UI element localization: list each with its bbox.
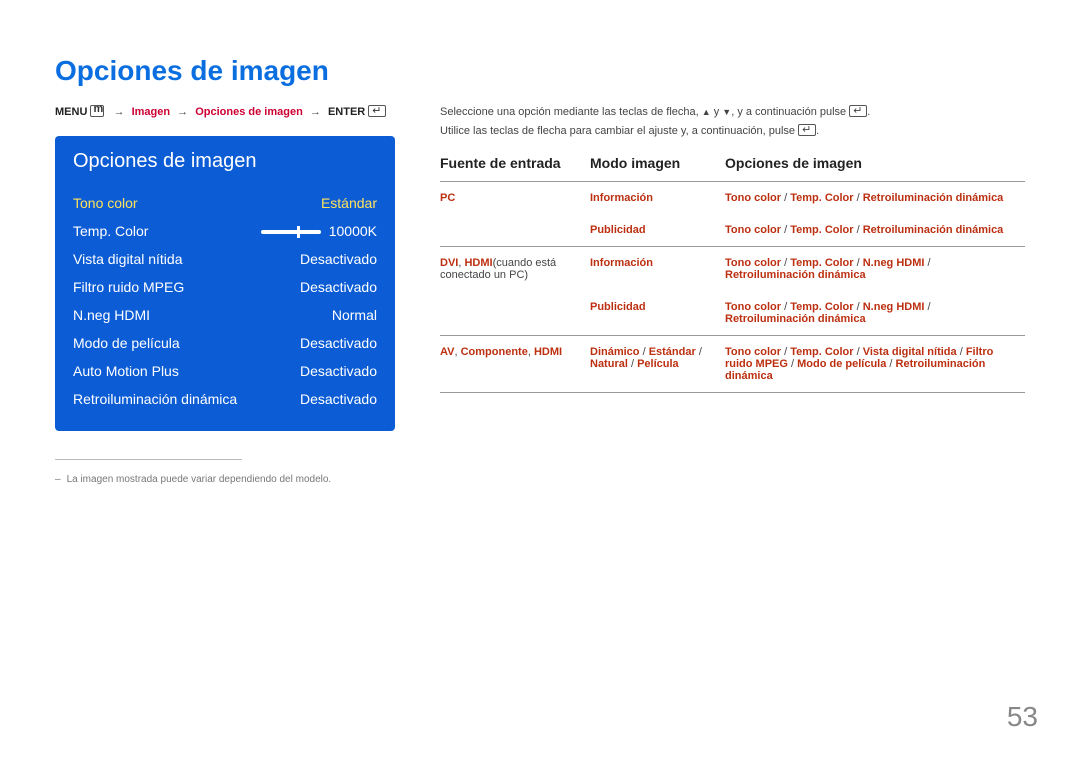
breadcrumb-opciones: Opciones de imagen bbox=[195, 106, 303, 118]
osd-menu-item[interactable]: Auto Motion Plus Desactivado bbox=[73, 357, 377, 385]
osd-item-value: Estándar bbox=[321, 195, 377, 211]
intro-text: , y a continuación pulse bbox=[731, 106, 849, 118]
table-header-source: Fuente de entrada bbox=[440, 155, 590, 182]
cell-options: Tono color / Temp. Color / N.neg HDMI / … bbox=[725, 247, 1025, 291]
up-arrow-icon: ▲ bbox=[702, 107, 711, 117]
osd-item-label: Temp. Color bbox=[73, 223, 148, 239]
cell-mode: Dinámico / Estándar / Natural / Película bbox=[590, 336, 725, 393]
enter-icon bbox=[798, 124, 816, 136]
osd-menu-item[interactable]: Modo de película Desactivado bbox=[73, 329, 377, 357]
intro-text: y bbox=[711, 106, 723, 118]
page-title: Opciones de imagen bbox=[55, 55, 1025, 87]
cell-mode: Información bbox=[590, 182, 725, 214]
table-row: AV, Componente, HDMIDinámico / Estándar … bbox=[440, 336, 1025, 393]
osd-menu-item[interactable]: Temp. Color 10000K bbox=[73, 217, 377, 245]
breadcrumb-menu: MENU bbox=[55, 106, 87, 118]
intro-line-1: Seleccione una opción mediante las tecla… bbox=[440, 105, 1025, 118]
cell-mode: Información bbox=[590, 247, 725, 291]
cell-source: PC bbox=[440, 182, 590, 214]
footnote-text: La imagen mostrada puede variar dependie… bbox=[67, 474, 332, 485]
table-row: PublicidadTono color / Temp. Color / N.n… bbox=[440, 291, 1025, 336]
intro-line-2: Utilice las teclas de flecha para cambia… bbox=[440, 124, 1025, 137]
cell-source: DVI, HDMI(cuando está conectado un PC) bbox=[440, 247, 590, 291]
osd-item-value: Desactivado bbox=[300, 251, 377, 267]
arrow-icon: → bbox=[177, 106, 188, 118]
cell-options: Tono color / Temp. Color / Retroiluminac… bbox=[725, 182, 1025, 214]
osd-menu-item[interactable]: Retroiluminación dinámica Desactivado bbox=[73, 385, 377, 413]
page-number: 53 bbox=[1007, 701, 1038, 733]
osd-item-value: Desactivado bbox=[300, 391, 377, 407]
table-header-options: Opciones de imagen bbox=[725, 155, 1025, 182]
breadcrumb: MENU → Imagen → Opciones de imagen → ENT… bbox=[55, 105, 395, 118]
osd-item-label: Retroiluminación dinámica bbox=[73, 391, 237, 407]
cell-source bbox=[440, 214, 590, 247]
down-arrow-icon: ▼ bbox=[722, 107, 731, 117]
osd-menu-item[interactable]: Vista digital nítida Desactivado bbox=[73, 245, 377, 273]
osd-item-value: 10000K bbox=[261, 223, 377, 239]
osd-item-label: Modo de película bbox=[73, 335, 180, 351]
osd-panel: Opciones de imagen Tono color Estándar Tem… bbox=[55, 136, 395, 431]
options-table: Fuente de entrada Modo imagen Opciones d… bbox=[440, 155, 1025, 393]
slider-icon bbox=[261, 230, 321, 234]
note-divider bbox=[55, 459, 242, 460]
cell-source: AV, Componente, HDMI bbox=[440, 336, 590, 393]
footnote: –La imagen mostrada puede variar dependi… bbox=[55, 474, 395, 485]
table-row: DVI, HDMI(cuando está conectado un PC)In… bbox=[440, 247, 1025, 291]
cell-mode: Publicidad bbox=[590, 214, 725, 247]
osd-item-value: Normal bbox=[332, 307, 377, 323]
osd-item-value: Desactivado bbox=[300, 363, 377, 379]
intro-text: Seleccione una opción mediante las tecla… bbox=[440, 106, 702, 118]
cell-source bbox=[440, 291, 590, 336]
osd-item-value: Desactivado bbox=[300, 279, 377, 295]
cell-options: Tono color / Temp. Color / Retroiluminac… bbox=[725, 214, 1025, 247]
breadcrumb-imagen: Imagen bbox=[132, 106, 171, 118]
osd-item-label: Auto Motion Plus bbox=[73, 363, 179, 379]
osd-panel-title: Opciones de imagen bbox=[73, 150, 377, 173]
osd-item-label: N.neg HDMI bbox=[73, 307, 150, 323]
osd-menu-item[interactable]: N.neg HDMI Normal bbox=[73, 301, 377, 329]
table-header-mode: Modo imagen bbox=[590, 155, 725, 182]
arrow-icon: → bbox=[114, 106, 125, 118]
osd-menu-item[interactable]: Tono color Estándar bbox=[73, 189, 377, 217]
menu-icon bbox=[90, 105, 104, 117]
osd-item-label: Tono color bbox=[73, 195, 138, 211]
osd-item-value: Desactivado bbox=[300, 335, 377, 351]
table-row: PCInformaciónTono color / Temp. Color / … bbox=[440, 182, 1025, 214]
cell-options: Tono color / Temp. Color / Vista digital… bbox=[725, 336, 1025, 393]
arrow-icon: → bbox=[310, 106, 321, 118]
osd-item-label: Vista digital nítida bbox=[73, 251, 182, 267]
table-row: PublicidadTono color / Temp. Color / Ret… bbox=[440, 214, 1025, 247]
intro-text: Utilice las teclas de flecha para cambia… bbox=[440, 125, 798, 137]
cell-mode: Publicidad bbox=[590, 291, 725, 336]
osd-item-label: Filtro ruido MPEG bbox=[73, 279, 184, 295]
breadcrumb-enter: ENTER bbox=[328, 106, 365, 118]
enter-icon bbox=[849, 105, 867, 117]
enter-icon bbox=[368, 105, 386, 117]
osd-menu-item[interactable]: Filtro ruido MPEG Desactivado bbox=[73, 273, 377, 301]
cell-options: Tono color / Temp. Color / N.neg HDMI / … bbox=[725, 291, 1025, 336]
